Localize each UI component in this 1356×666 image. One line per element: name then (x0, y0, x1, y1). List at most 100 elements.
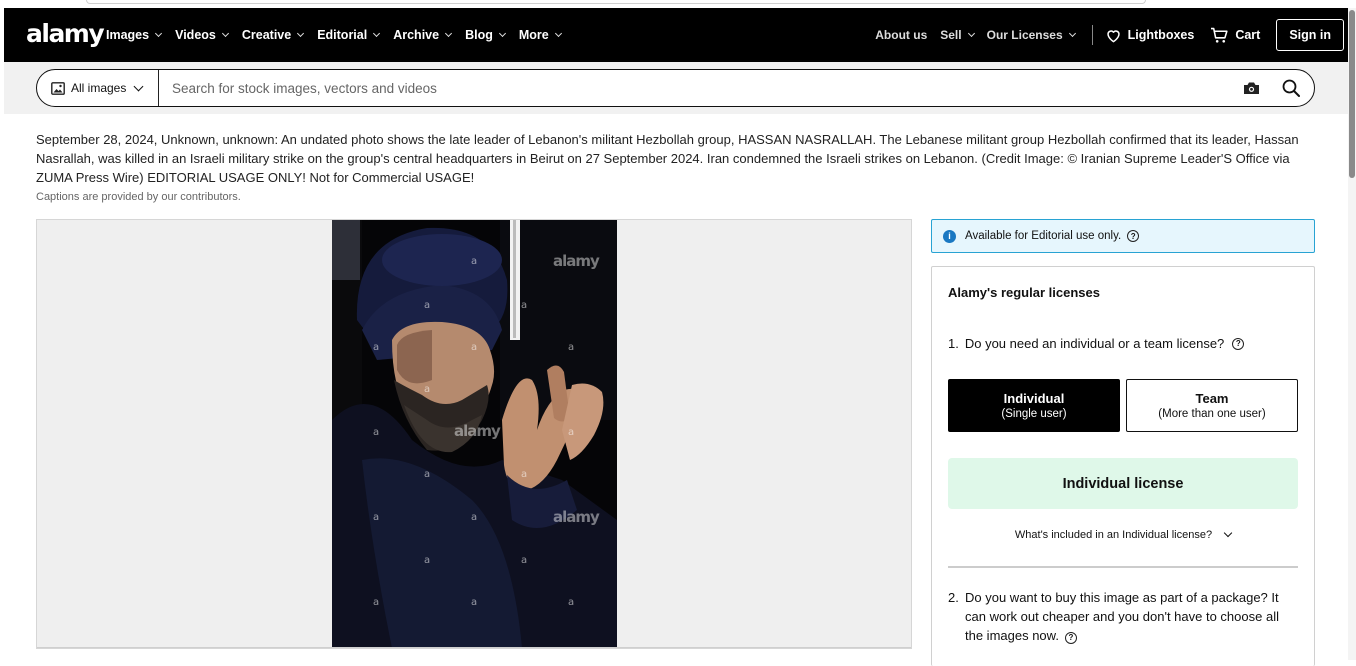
nav-videos[interactable]: Videos (175, 28, 229, 42)
selected-license-box[interactable]: Individual license (948, 458, 1298, 509)
watermark-mark: a (471, 597, 478, 608)
chevron-down-icon (373, 29, 381, 38)
image-caption: September 28, 2024, Unknown, unknown: An… (36, 132, 1299, 185)
help-icon[interactable]: ? (1232, 337, 1245, 350)
nav-creative-label: Creative (241, 28, 292, 42)
browser-address-edge (86, 0, 1146, 4)
search-bar: All images (36, 69, 1315, 107)
watermark-mark: a (568, 342, 575, 353)
secondary-nav: About us Sell Our Licenses Lightboxes Ca… (875, 8, 1344, 62)
nav-archive-label: Archive (393, 28, 440, 42)
editorial-notice: i Available for Editorial use only. ? (931, 219, 1315, 253)
question-number: 1. (948, 336, 959, 351)
nav-creative[interactable]: Creative (241, 28, 305, 42)
team-license-option[interactable]: Team (More than one user) (1126, 379, 1298, 432)
watermark-mark: a (373, 427, 380, 438)
nav-editorial[interactable]: Editorial (317, 28, 381, 42)
help-icon[interactable]: ? (1127, 230, 1140, 242)
cart-label: Cart (1235, 28, 1261, 42)
sign-in-button[interactable]: Sign in (1276, 19, 1344, 51)
nav-videos-label: Videos (175, 28, 216, 42)
question-number: 2. (948, 590, 959, 605)
image-type-label: All images (71, 81, 127, 95)
nav-more-label: More (518, 28, 549, 42)
image-preview-panel[interactable]: alamy alamy alamy a a a a a a a a a a a … (36, 219, 912, 649)
info-icon: i (943, 229, 956, 243)
question-text: Do you need an individual or a team lice… (964, 336, 1225, 351)
chevron-down-icon (967, 29, 975, 38)
section-divider (948, 566, 1298, 568)
preview-photo[interactable]: alamy alamy alamy a a a a a a a a a a a … (332, 220, 617, 648)
whats-included-label: What's included in an Individual license… (1014, 529, 1213, 541)
license-question-2: 2. Do you want to buy this image as part… (948, 588, 1300, 645)
page-scrollbar[interactable] (1348, 8, 1356, 660)
nav-about-us[interactable]: About us (875, 28, 927, 42)
watermark-mark: a (521, 555, 528, 566)
watermark-mark: a (521, 300, 528, 311)
main-nav: Images Videos Creative Editorial Archive… (106, 8, 575, 62)
camera-icon (1244, 82, 1259, 94)
watermark-mark: a (373, 597, 380, 608)
watermark-logo: alamy (454, 422, 501, 440)
watermark-mark: a (424, 469, 431, 480)
watermark-logo: alamy (553, 252, 600, 270)
chevron-down-icon (297, 29, 305, 38)
alamy-logo[interactable]: alamy (26, 19, 105, 48)
watermark-mark: a (424, 300, 431, 311)
cart-icon (1211, 27, 1228, 43)
chevron-down-icon (498, 29, 506, 38)
nav-our-licenses[interactable]: Our Licenses (986, 28, 1076, 42)
option-subtitle: (More than one user) (1158, 408, 1266, 420)
chevron-down-icon (1068, 29, 1076, 38)
option-subtitle: (Single user) (1001, 408, 1067, 420)
option-title: Team (1195, 391, 1229, 406)
nav-blog-label: Blog (465, 28, 493, 42)
nav-more[interactable]: More (518, 28, 562, 42)
lightboxes-link[interactable]: Lightboxes (1105, 28, 1195, 43)
camera-search-button[interactable] (1243, 81, 1260, 95)
watermark-mark: a (424, 555, 431, 566)
question-text-wrap: Do you want to buy this image as part of… (965, 588, 1300, 645)
watermark-mark: a (471, 342, 478, 353)
scrollbar-thumb[interactable] (1349, 10, 1355, 178)
watermark-mark: a (568, 427, 575, 438)
image-type-dropdown[interactable]: All images (37, 70, 159, 106)
question-text: Do you want to buy this image as part of… (965, 590, 1279, 643)
chevron-down-icon (1223, 528, 1233, 538)
heart-icon (1106, 29, 1120, 42)
chevron-down-icon (133, 81, 144, 91)
search-icon (1282, 79, 1300, 97)
help-icon[interactable]: ? (1064, 631, 1077, 644)
watermark-mark: a (568, 597, 575, 608)
license-card: Alamy's regular licenses 1. Do you need … (931, 266, 1315, 666)
search-input[interactable] (159, 80, 1243, 96)
chevron-down-icon (445, 29, 453, 38)
watermark-mark: a (521, 469, 528, 480)
nav-archive[interactable]: Archive (393, 28, 453, 42)
search-submit-button[interactable] (1282, 79, 1300, 97)
license-question-1: 1. Do you need an individual or a team l… (948, 336, 1245, 351)
chevron-down-icon (221, 29, 229, 38)
nav-sell-label: Sell (940, 28, 962, 42)
lightboxes-label: Lightboxes (1127, 28, 1195, 42)
cart-link[interactable]: Cart (1210, 27, 1260, 44)
license-card-title: Alamy's regular licenses (948, 285, 1100, 300)
editorial-notice-text: Available for Editorial use only. (965, 230, 1122, 242)
individual-license-option[interactable]: Individual (Single user) (948, 379, 1120, 432)
nav-our-licenses-label: Our Licenses (986, 28, 1063, 42)
watermark-mark: a (373, 512, 380, 523)
caption-note: Captions are provided by our contributor… (36, 191, 241, 203)
chevron-down-icon (554, 29, 562, 38)
nav-blog[interactable]: Blog (465, 28, 506, 42)
top-navigation-bar: alamy Images Videos Creative Editorial A… (4, 8, 1348, 62)
watermark-mark: a (471, 512, 478, 523)
nav-sell[interactable]: Sell (940, 28, 975, 42)
nav-images[interactable]: Images (106, 28, 163, 42)
option-title: Individual (1003, 391, 1065, 406)
chevron-down-icon (155, 29, 163, 38)
panel-bottom-border (37, 647, 911, 648)
watermark-mark: a (471, 256, 478, 267)
nav-images-label: Images (106, 28, 150, 42)
watermark-mark: a (424, 384, 431, 395)
whats-included-toggle[interactable]: What's included in an Individual license… (948, 528, 1298, 541)
